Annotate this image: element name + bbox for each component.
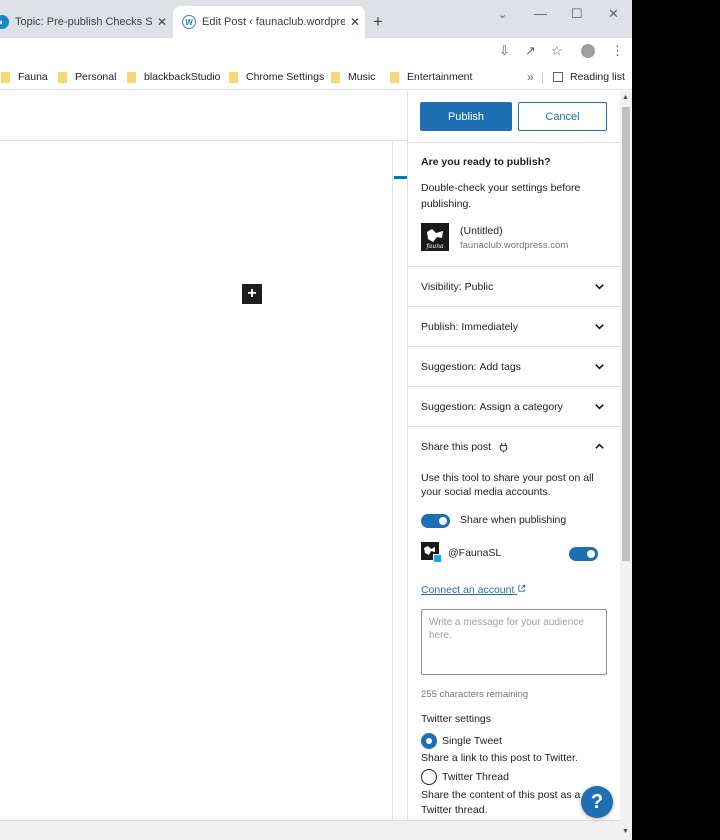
browser-window: ◐ Topic: Pre-publish Checks Sideba ✕ W E… xyxy=(0,0,632,840)
bookmark-divider xyxy=(542,72,543,84)
scroll-up-icon[interactable]: ▲ xyxy=(622,94,629,101)
connect-account-link[interactable]: Connect an account xyxy=(421,584,526,596)
more-bookmarks-button[interactable]: » xyxy=(527,70,534,84)
close-tab-icon[interactable]: ✕ xyxy=(152,15,172,29)
ready-title: Are you ready to publish? xyxy=(421,156,551,168)
close-tab-icon[interactable]: ✕ xyxy=(345,15,365,29)
publish-time-row[interactable]: Publish: Immediately xyxy=(408,307,620,347)
single-tweet-radio[interactable] xyxy=(421,733,437,749)
suggestion-tags-row[interactable]: Suggestion: Add tags xyxy=(408,347,620,387)
folder-icon xyxy=(1,71,10,83)
profile-avatar[interactable] xyxy=(581,44,595,58)
bookmark-folder[interactable]: Chrome Settings xyxy=(229,71,324,83)
folder-icon xyxy=(127,71,136,83)
visibility-row[interactable]: Visibility: Public xyxy=(408,267,620,307)
folder-icon xyxy=(58,71,67,83)
share-post-header[interactable]: Share this post xyxy=(408,427,620,467)
active-tab-indicator xyxy=(394,176,407,179)
twitter-thread-label: Twitter Thread xyxy=(442,771,509,783)
post-title: (Untitled) xyxy=(460,225,503,237)
svg-text:fauna: fauna xyxy=(425,243,444,250)
share-message-field[interactable] xyxy=(421,609,607,675)
menu-icon[interactable]: ⋮ xyxy=(611,43,624,59)
editor-canvas[interactable]: + xyxy=(0,141,393,820)
scroll-thumb[interactable] xyxy=(622,107,630,561)
twitter-settings-label: Twitter settings xyxy=(421,713,492,725)
tab-prepublish-topic[interactable]: ◐ Topic: Pre-publish Checks Sideba ✕ xyxy=(0,6,172,38)
close-window-icon[interactable]: ✕ xyxy=(608,6,619,22)
settings-sidebar-edge xyxy=(394,141,407,820)
reading-list-button[interactable]: Reading list xyxy=(553,71,625,83)
prepublish-header: Publish Cancel xyxy=(408,91,620,143)
tab-strip: ◐ Topic: Pre-publish Checks Sideba ✕ W E… xyxy=(0,0,632,38)
bookmark-star-icon[interactable]: ☆ xyxy=(551,43,563,59)
account-toggle[interactable] xyxy=(569,547,598,561)
install-icon[interactable]: ⇩ xyxy=(499,43,510,59)
cancel-button[interactable]: Cancel xyxy=(518,102,607,131)
new-tab-button[interactable]: + xyxy=(373,12,383,32)
plug-icon xyxy=(499,442,508,453)
characters-remaining: 255 characters remaining xyxy=(421,689,529,700)
share-when-publishing-toggle[interactable] xyxy=(421,514,450,528)
chevron-down-icon xyxy=(595,364,604,370)
chevron-down-icon xyxy=(595,324,604,330)
twitter-icon xyxy=(433,554,442,563)
editor-footer xyxy=(0,820,632,840)
maximize-icon[interactable]: ☐ xyxy=(571,6,583,22)
minimize-icon[interactable]: — xyxy=(534,6,547,21)
site-logo-icon: fauna xyxy=(421,223,449,251)
panel-scrollbar[interactable]: ▲ ▼ xyxy=(620,91,632,840)
bookmarks-bar: Fauna Personal blackbackStudio Chrome Se… xyxy=(0,66,632,90)
chevron-down-icon xyxy=(595,404,604,410)
bookmark-folder[interactable]: Entertainment xyxy=(390,71,472,83)
scroll-down-icon[interactable]: ▼ xyxy=(622,828,629,835)
chevron-down-icon xyxy=(595,284,604,290)
external-link-icon xyxy=(518,584,526,592)
suggestion-category-row[interactable]: Suggestion: Assign a category xyxy=(408,387,620,427)
tab-edit-post[interactable]: W Edit Post ‹ faunaclub.wordpress.c ✕ xyxy=(173,6,365,38)
folder-icon xyxy=(390,71,399,83)
tab-search-icon[interactable]: ⌄ xyxy=(498,8,507,21)
chevron-up-icon xyxy=(595,443,604,449)
site-favicon-icon: ◐ xyxy=(0,15,9,29)
bookmark-folder[interactable]: blackbackStudio xyxy=(127,71,220,83)
folder-icon xyxy=(229,71,238,83)
editor-header xyxy=(0,91,407,141)
ready-description: Double-check your settings before publis… xyxy=(421,182,581,210)
account-name: @FaunaSL xyxy=(448,547,502,559)
twitter-thread-description: Share the content of this post as a Twit… xyxy=(421,789,581,816)
single-tweet-label: Single Tweet xyxy=(442,735,502,747)
reading-list-icon xyxy=(553,72,563,82)
share-when-publishing-label: Share when publishing xyxy=(460,514,567,526)
publish-button[interactable]: Publish xyxy=(420,102,512,131)
site-url: faunaclub.wordpress.com xyxy=(460,240,569,251)
help-button[interactable]: ? xyxy=(581,786,613,818)
bookmark-folder[interactable]: Personal xyxy=(58,71,116,83)
twitter-thread-radio[interactable] xyxy=(421,769,437,785)
folder-icon xyxy=(331,71,340,83)
single-tweet-description: Share a link to this post to Twitter. xyxy=(421,752,578,764)
share-icon[interactable]: ↗ xyxy=(525,43,536,59)
browser-toolbar: ⇩ ↗ ☆ ⋮ xyxy=(0,38,632,66)
block-inserter-plus-icon[interactable]: + xyxy=(242,284,262,304)
bookmark-folder[interactable]: Music xyxy=(331,71,375,83)
wordpress-icon: W xyxy=(182,15,196,29)
prepublish-panel: Publish Cancel Are you ready to publish?… xyxy=(407,91,620,820)
tab-title: Topic: Pre-publish Checks Sideba xyxy=(15,16,152,28)
tab-title: Edit Post ‹ faunaclub.wordpress.c xyxy=(202,16,345,28)
bookmark-folder[interactable]: Fauna xyxy=(1,71,48,83)
share-description: Use this tool to share your post on all … xyxy=(421,472,594,498)
